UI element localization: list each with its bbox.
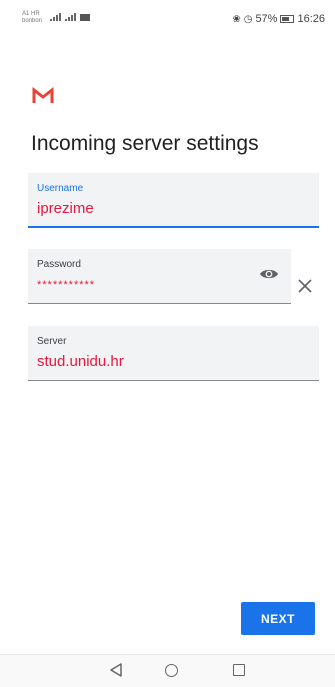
signal-strength-icon xyxy=(50,13,61,21)
carrier-subname: bonbon xyxy=(22,18,43,24)
battery-icon xyxy=(280,15,295,23)
battery-percent: 57% xyxy=(255,13,278,25)
carrier-name: A1 HR xyxy=(22,11,40,17)
password-label: Password xyxy=(37,259,81,270)
password-field[interactable]: Password *********** xyxy=(28,249,291,304)
page-title: Incoming server settings xyxy=(31,132,259,155)
status-right: ❀ ◷ 57% 16:26 xyxy=(232,13,325,25)
mail-notification-icon xyxy=(80,14,90,21)
back-icon[interactable] xyxy=(110,663,122,677)
signal-icons xyxy=(50,13,90,21)
server-input[interactable]: stud.unidu.hr xyxy=(37,353,124,370)
next-button[interactable]: NEXT xyxy=(241,602,315,635)
home-icon[interactable] xyxy=(165,664,178,677)
status-bar: A1 HR bonbon ❀ ◷ 57% 16:26 xyxy=(0,0,335,40)
signal-strength-2-icon xyxy=(65,13,76,21)
password-input[interactable]: *********** xyxy=(37,279,95,291)
username-input[interactable]: iprezime xyxy=(37,200,94,217)
clock: 16:26 xyxy=(297,13,325,25)
eye-icon[interactable] xyxy=(259,267,279,281)
navigation-bar xyxy=(0,654,335,687)
gmail-logo-icon xyxy=(32,87,54,103)
username-label: Username xyxy=(37,183,84,194)
recent-apps-icon[interactable] xyxy=(233,664,245,676)
username-field[interactable]: Username iprezime xyxy=(28,173,319,228)
eye-comfort-icon: ❀ xyxy=(232,13,241,25)
close-icon[interactable] xyxy=(298,279,312,293)
carrier-label: A1 HR bonbon xyxy=(22,11,46,25)
server-field[interactable]: Server stud.unidu.hr xyxy=(28,326,319,381)
server-label: Server xyxy=(37,336,67,347)
alarm-icon: ◷ xyxy=(243,13,253,25)
